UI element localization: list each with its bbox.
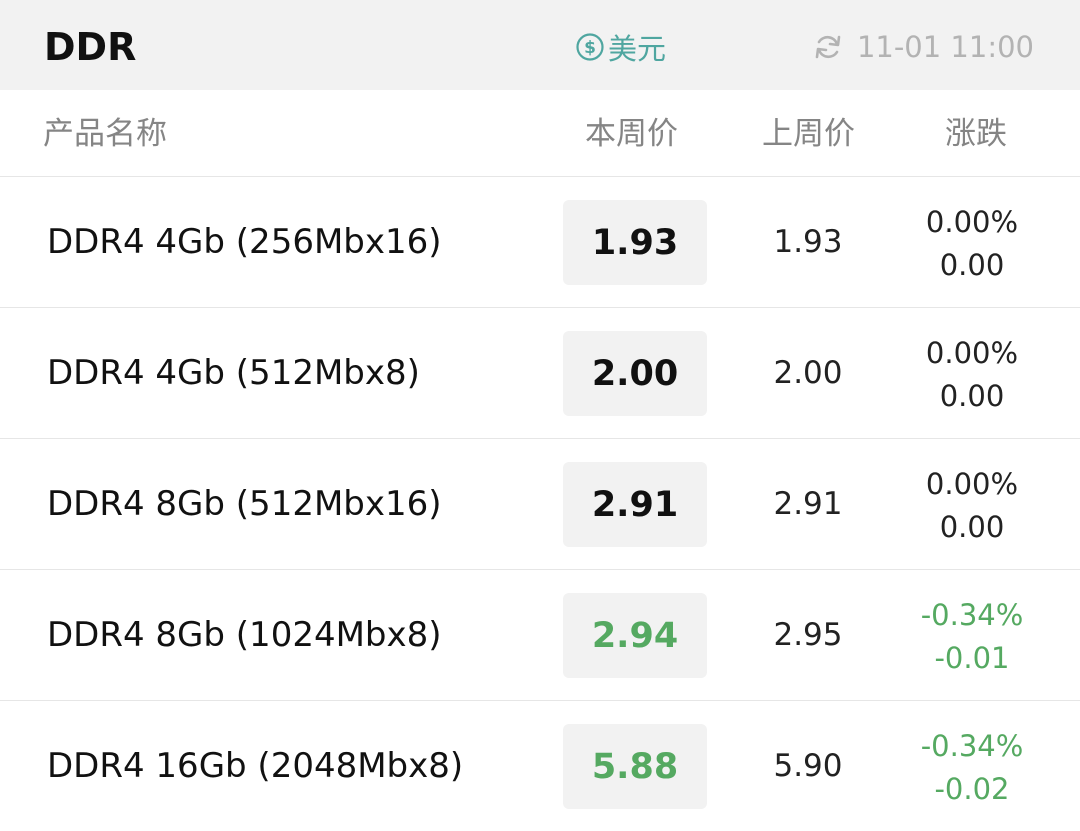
currency-toggle[interactable]: $ 美元 [576,27,666,67]
currency-label: 美元 [608,32,667,66]
price-change: -0.34% -0.02 [900,725,1044,811]
table-row[interactable]: DDR4 4Gb (256Mbx16) 1.93 1.93 0.00% 0.00 [0,177,1080,308]
current-price: 2.91 [563,462,707,547]
table-row[interactable]: DDR4 8Gb (1024Mbx8) 2.94 2.95 -0.34% -0.… [0,570,1080,701]
change-percent: 0.00% [925,467,1019,501]
change-amount: -0.01 [934,641,1010,675]
previous-price: 2.00 [773,355,843,391]
column-header-current[interactable]: 本周价 [585,114,678,154]
current-price: 2.00 [563,331,707,416]
current-price: 5.88 [563,724,707,809]
update-time-text: 11-01 11:00 [856,30,1034,64]
previous-price: 1.93 [773,224,843,260]
header-bar: DDR $ 美元 11-01 11:00 [0,0,1080,90]
current-price: 2.94 [563,593,707,678]
price-change: 0.00% 0.00 [900,463,1044,549]
price-change: -0.34% -0.01 [900,594,1044,680]
table-row[interactable]: DDR4 16Gb (2048Mbx8) 5.88 5.90 -0.34% -0… [0,701,1080,831]
current-price: 1.93 [563,200,707,285]
change-percent: -0.34% [920,598,1024,632]
product-name: DDR4 8Gb (1024Mbx8) [47,615,442,655]
dollar-circle-icon: $ [576,33,604,61]
update-time[interactable]: 11-01 11:00 [813,27,1034,67]
refresh-icon[interactable] [813,32,843,62]
table-row[interactable]: DDR4 8Gb (512Mbx16) 2.91 2.91 0.00% 0.00 [0,439,1080,570]
price-change: 0.00% 0.00 [900,201,1044,287]
column-header-name: 产品名称 [43,116,167,152]
page-title: DDR [44,25,137,69]
svg-text:$: $ [584,38,596,58]
previous-price: 5.90 [773,748,843,784]
change-amount: 0.00 [939,248,1005,282]
change-percent: 0.00% [925,205,1019,239]
change-amount: -0.02 [934,772,1010,806]
previous-price: 2.91 [773,486,843,522]
previous-price: 2.95 [773,617,843,653]
product-name: DDR4 4Gb (512Mbx8) [47,353,420,393]
change-amount: 0.00 [939,510,1005,544]
change-amount: 0.00 [939,379,1005,413]
product-name: DDR4 4Gb (256Mbx16) [47,222,442,262]
price-change: 0.00% 0.00 [900,332,1044,418]
change-percent: -0.34% [920,729,1024,763]
table-row[interactable]: DDR4 4Gb (512Mbx8) 2.00 2.00 0.00% 0.00 [0,308,1080,439]
table-header: 产品名称 本周价 上周价 涨跌 [0,90,1080,177]
product-name: DDR4 8Gb (512Mbx16) [47,484,442,524]
column-header-previous[interactable]: 上周价 [762,114,855,154]
change-percent: 0.00% [925,336,1019,370]
product-name: DDR4 16Gb (2048Mbx8) [47,746,464,786]
column-header-change[interactable]: 涨跌 [945,114,1007,154]
